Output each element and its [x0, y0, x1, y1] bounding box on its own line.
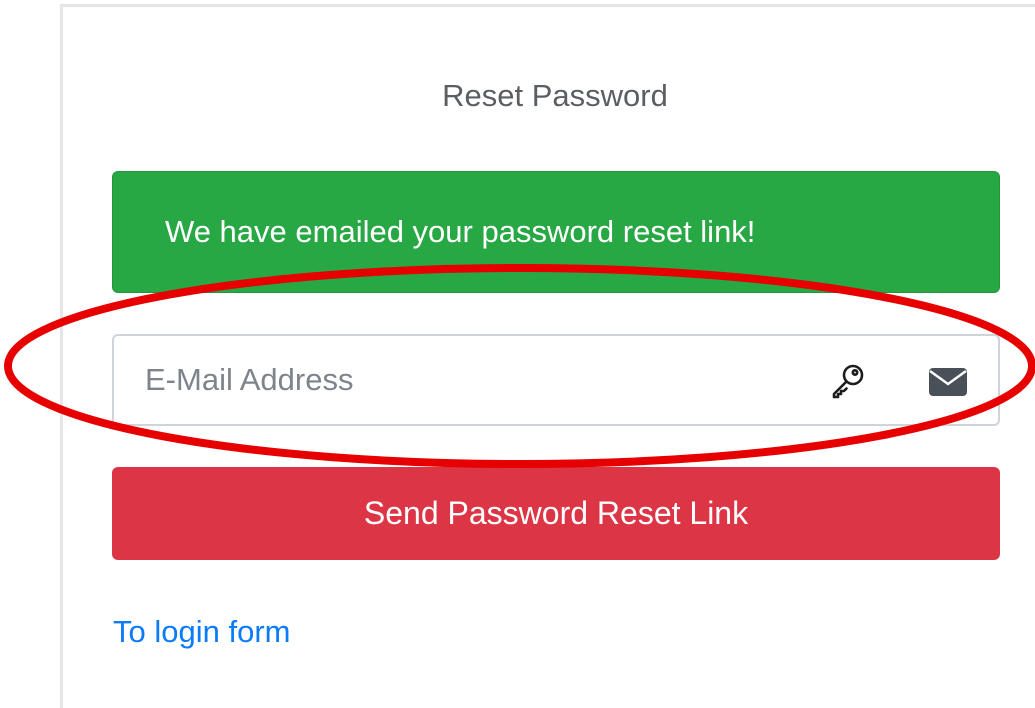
reset-password-page: Reset Password We have emailed your pass… — [0, 0, 1035, 708]
email-field-wrapper — [112, 334, 1000, 426]
key-icon[interactable] — [828, 360, 868, 400]
login-form-link[interactable]: To login form — [113, 612, 290, 652]
send-reset-link-button[interactable]: Send Password Reset Link — [112, 467, 1000, 560]
page-title: Reset Password — [442, 78, 668, 113]
email-input[interactable] — [114, 336, 804, 424]
envelope-icon — [929, 368, 967, 396]
success-alert: We have emailed your password reset link… — [112, 171, 1000, 293]
